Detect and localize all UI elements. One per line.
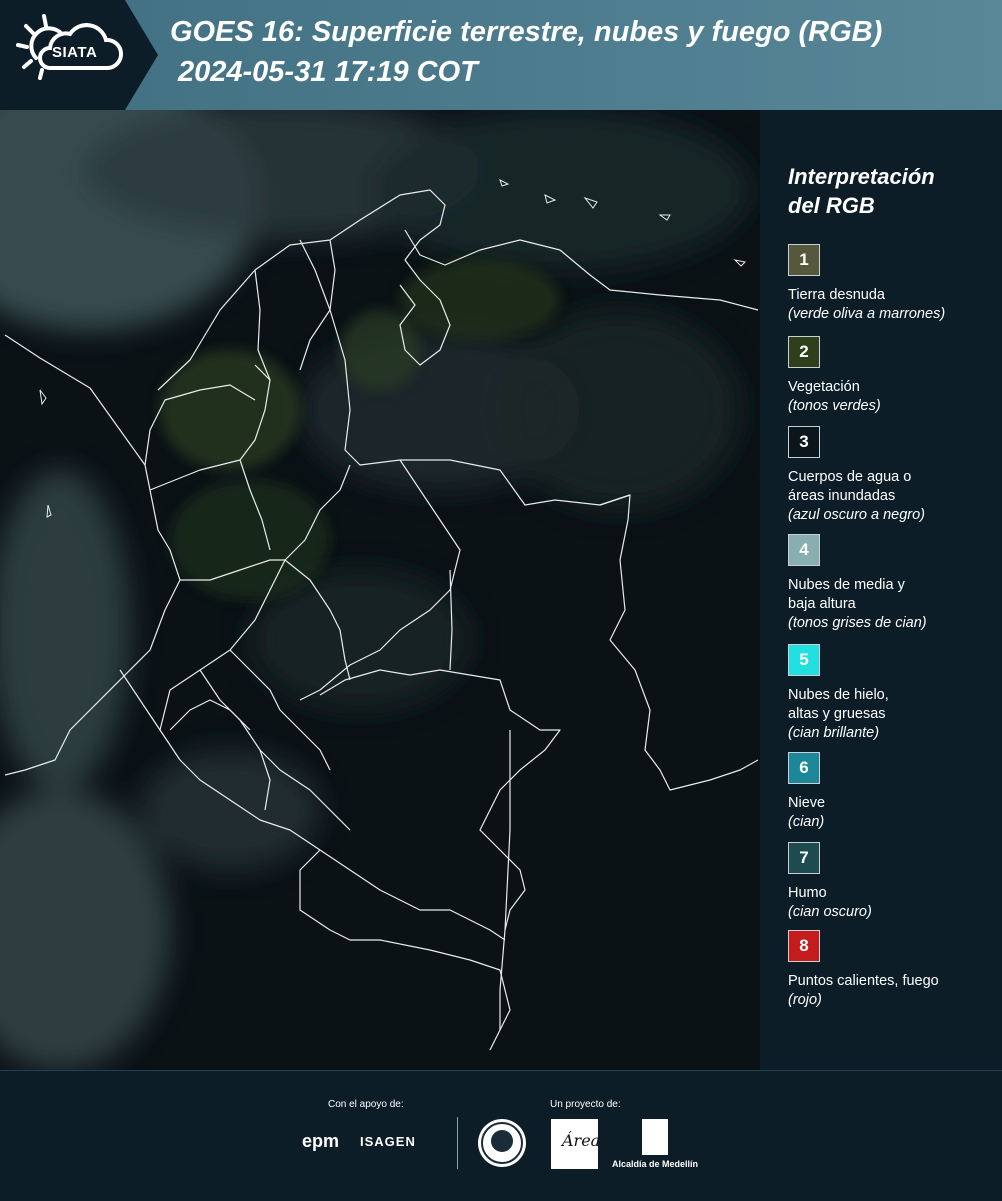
legend-label-line2: altas y gruesas <box>788 706 886 722</box>
legend-item-snow: 6 Nieve (cian) <box>788 752 998 832</box>
legend-label: Nubes de hielo, <box>788 687 889 703</box>
legend-swatch: 1 <box>788 244 820 276</box>
legend-item-ice-clouds: 5 Nubes de hielo, altas y gruesas (cian … <box>788 644 998 743</box>
legend-swatch: 3 <box>788 426 820 458</box>
footer-sponsors: Con el apoyo de: Un proyecto de: epm ISA… <box>0 1070 1002 1201</box>
epm-logo: epm <box>302 1131 340 1151</box>
medellin-seal-icon <box>478 1119 526 1167</box>
satellite-image <box>0 110 760 1070</box>
legend-description: (cian) <box>788 814 825 830</box>
legend-title-line2: del RGB <box>788 193 875 218</box>
legend-label: Vegetación <box>788 379 860 395</box>
area-metropolitana-text: Área <box>562 1131 601 1150</box>
legend-label: Tierra desnuda <box>788 287 885 303</box>
header-bar: SIATA GOES 16: Superficie terrestre, nub… <box>0 0 1002 110</box>
legend-label: Cuerpos de agua o <box>788 469 912 485</box>
legend-title: Interpretación del RGB <box>788 162 988 220</box>
legend-swatch: 4 <box>788 534 820 566</box>
legend-label-line2: áreas inundadas <box>788 488 896 504</box>
support-label: Con el apoyo de: <box>328 1099 404 1110</box>
legend-description: (rojo) <box>788 992 822 1008</box>
logo-panel: SIATA <box>0 0 158 110</box>
legend-label: Nubes de media y <box>788 577 905 593</box>
legend-item-bare-land: 1 Tierra desnuda (verde oliva a marrones… <box>788 244 998 324</box>
satellite-map <box>0 110 761 1070</box>
legend-description: (tonos verdes) <box>788 398 881 414</box>
legend-label: Nieve <box>788 795 826 811</box>
legend-item-mid-low-clouds: 4 Nubes de media y baja altura (tonos gr… <box>788 534 998 633</box>
legend-item-fire: 8 Puntos calientes, fuego (rojo) <box>788 930 998 1010</box>
legend-description: (cian brillante) <box>788 725 880 741</box>
legend-swatch: 6 <box>788 752 820 784</box>
legend-description: (cian oscuro) <box>788 904 872 920</box>
legend-label-line2: baja altura <box>788 596 856 612</box>
legend-swatch: 7 <box>788 842 820 874</box>
legend-item-water: 3 Cuerpos de agua o áreas inundadas (azu… <box>788 426 998 525</box>
legend-label: Humo <box>788 885 827 901</box>
legend-swatch: 2 <box>788 336 820 368</box>
legend-item-vegetation: 2 Vegetación (tonos verdes) <box>788 336 998 416</box>
legend-description: (verde oliva a marrones) <box>788 306 946 322</box>
alcaldia-crest-icon <box>642 1119 668 1155</box>
legend-description: (tonos grises de cian) <box>788 615 927 631</box>
page-title: GOES 16: Superficie terrestre, nubes y f… <box>170 16 883 48</box>
siata-logo-text: SIATA <box>52 44 98 61</box>
footer-divider <box>457 1117 458 1169</box>
isagen-logo: ISAGEN <box>360 1134 416 1149</box>
legend-swatch: 5 <box>788 644 820 676</box>
legend-swatch: 8 <box>788 930 820 962</box>
legend-item-smoke: 7 Humo (cian oscuro) <box>788 842 998 922</box>
legend-title-line1: Interpretación <box>788 164 935 189</box>
legend-panel: Interpretación del RGB 1 Tierra desnuda … <box>760 110 1002 1070</box>
legend-description: (azul oscuro a negro) <box>788 507 926 523</box>
legend-label: Puntos calientes, fuego <box>788 973 939 989</box>
alcaldia-logo-text: Alcaldía de Medellín <box>612 1159 699 1169</box>
project-label: Un proyecto de: <box>550 1099 621 1110</box>
page-subtitle-timestamp: 2024-05-31 17:19 COT <box>178 56 478 88</box>
